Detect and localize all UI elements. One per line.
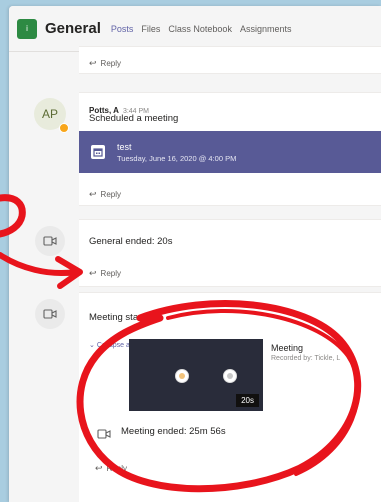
meeting-camera-icon (35, 226, 65, 256)
recording-by: Recorded by: Tickle, L (271, 355, 341, 362)
tab-posts[interactable]: Posts (111, 24, 134, 34)
reply-arrow-icon: ↩ (95, 463, 103, 473)
reply-link[interactable]: ↩ Reply (95, 463, 127, 474)
reply-link[interactable]: ↩ Reply (89, 189, 121, 200)
meeting-invite-card[interactable]: test Tuesday, June 16, 2020 @ 4:00 PM (79, 131, 381, 173)
calendar-icon (91, 145, 105, 159)
recording-thumbnail[interactable]: 20s (129, 339, 263, 411)
reply-label: Reply (100, 59, 121, 68)
recording-duration: 20s (236, 394, 259, 407)
reply-label: Reply (106, 464, 127, 473)
collapse-all-label: Collapse all (96, 342, 133, 349)
channel-name: General (45, 20, 101, 37)
meeting-ended-text: Meeting ended: 25m 56s (121, 426, 226, 437)
recording-title[interactable]: Meeting (271, 343, 303, 353)
reply-arrow-icon: ↩ (89, 58, 97, 68)
tab-files[interactable]: Files (141, 24, 160, 34)
meeting-started-text: Meeting started (89, 312, 155, 323)
general-ended-text: General ended: 20s (89, 236, 173, 247)
collapse-all-link[interactable]: ⌄ Collapse all (89, 341, 133, 349)
reply-label: Reply (100, 269, 121, 278)
reply-arrow-icon: ↩ (89, 268, 97, 278)
meeting-camera-icon (35, 299, 65, 329)
meeting-datetime: Tuesday, June 16, 2020 @ 4:00 PM (117, 153, 237, 163)
meeting-ended-camera-icon (97, 427, 111, 445)
tab-assignments[interactable]: Assignments (240, 24, 292, 34)
meeting-started-card: Meeting started ⌄ Collapse all 20s Meeti… (79, 292, 381, 502)
scheduled-meeting-post: Potts, A 3:44 PM Scheduled a meeting test… (79, 92, 381, 206)
reply-link[interactable]: ↩ Reply (89, 268, 121, 279)
reply-link[interactable]: ↩ Reply (89, 58, 121, 69)
teams-window: i General Posts Files Class Notebook Ass… (9, 6, 381, 502)
meeting-title: test (117, 141, 132, 152)
previous-post-card: ↩ Reply (79, 46, 381, 74)
reply-label: Reply (100, 190, 121, 199)
tab-class-notebook[interactable]: Class Notebook (168, 24, 232, 34)
team-avatar-tile[interactable]: i (17, 18, 37, 39)
reply-arrow-icon: ↩ (89, 189, 97, 199)
participant-dot-icon (223, 369, 237, 383)
general-ended-card: General ended: 20s ↩ Reply (79, 219, 381, 287)
presence-away-icon (59, 123, 69, 133)
post-message: Scheduled a meeting (89, 113, 179, 124)
participant-dot-icon (175, 369, 189, 383)
